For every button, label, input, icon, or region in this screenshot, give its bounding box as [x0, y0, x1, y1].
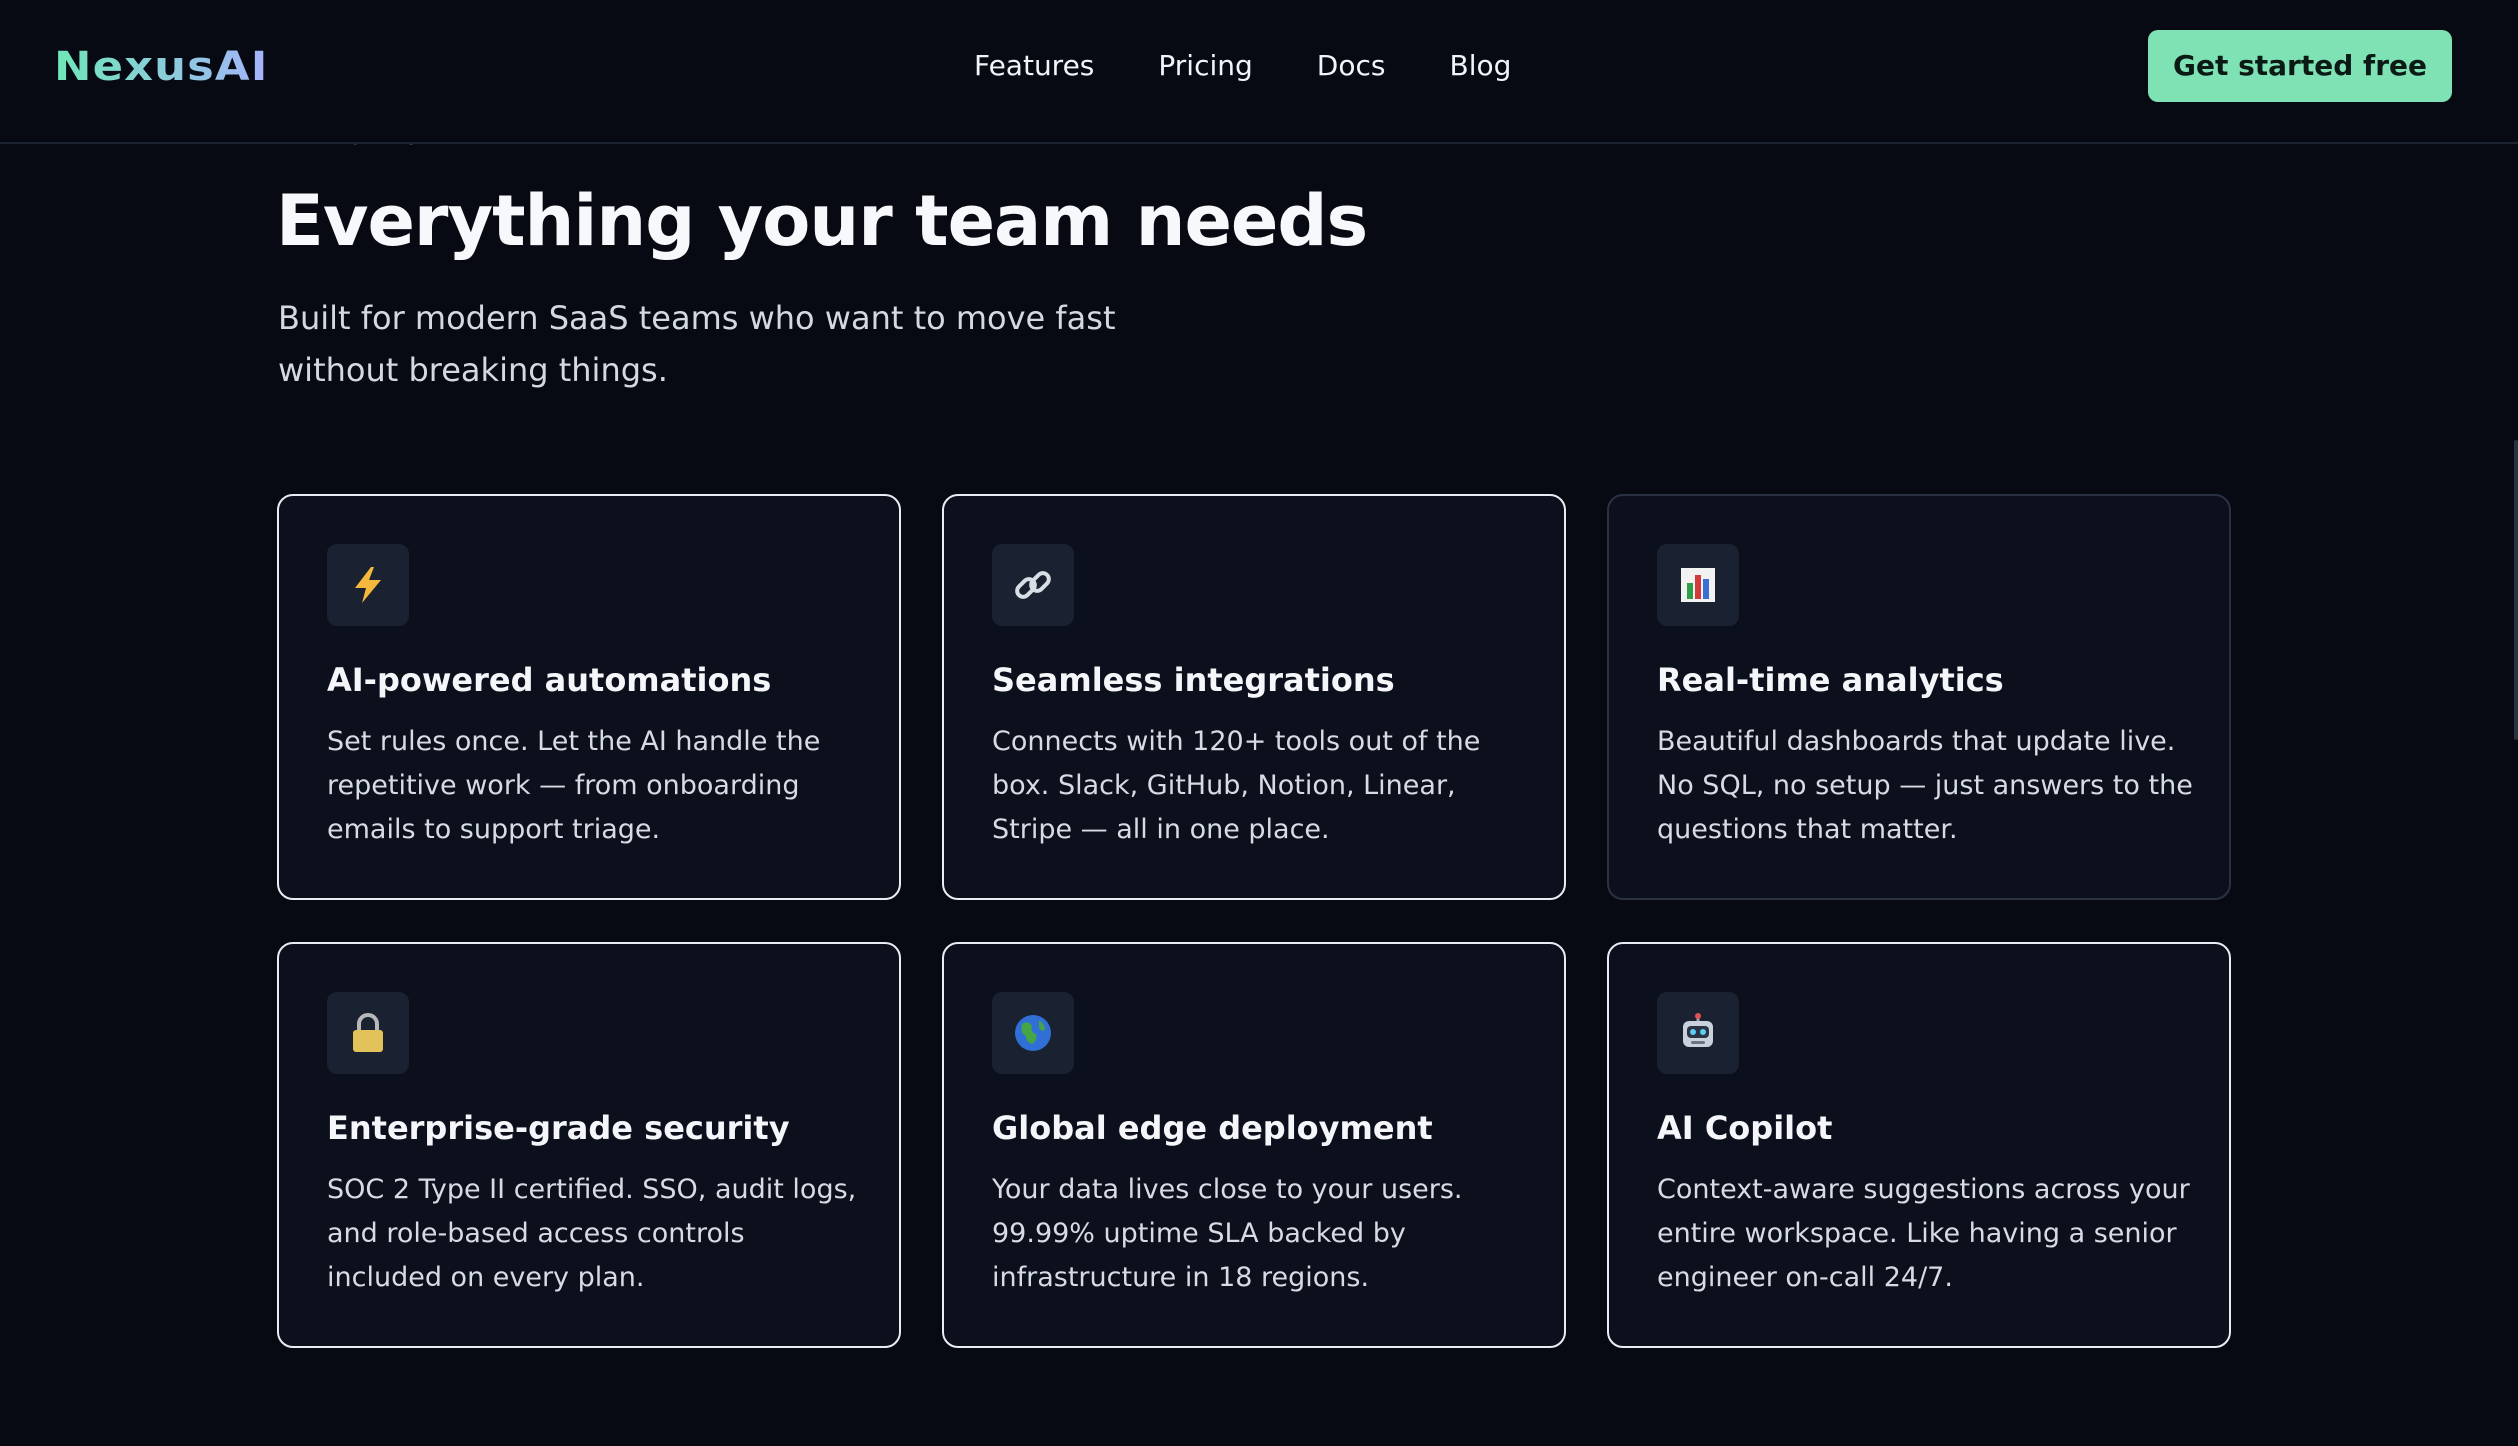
feature-card-integrations: Seamless integrations Connects with 120+…: [942, 494, 1566, 900]
feature-description: Connects with 120+ tools out of the box.…: [992, 726, 1481, 845]
feature-card-edge: Global edge deployment Your data lives c…: [942, 942, 1566, 1348]
nav-link-pricing[interactable]: Pricing: [1158, 44, 1252, 88]
get-started-button[interactable]: Get started free: [2148, 30, 2452, 102]
section-subtitle: Built for modern SaaS teams who want to …: [278, 299, 1116, 389]
scrollbar-thumb[interactable]: [2514, 440, 2518, 740]
features-page: NexusAI Features Pricing Docs Blog Get s…: [0, 0, 2518, 1446]
feature-grid: AI-powered automations Set rules once. L…: [277, 494, 2231, 1350]
section-title: Everything your team needs: [276, 180, 1368, 262]
feature-description: Your data lives close to your users. 99.…: [992, 1174, 1463, 1293]
feature-title: Real-time analytics: [1657, 661, 2004, 699]
feature-description: Beautiful dashboards that update live. N…: [1657, 726, 2193, 845]
feature-title: Seamless integrations: [992, 661, 1395, 699]
feature-title: Global edge deployment: [992, 1109, 1433, 1147]
feature-description: Context-aware suggestions across your en…: [1657, 1174, 2190, 1293]
feature-description: Set rules once. Let the AI handle the re…: [327, 726, 821, 845]
brand-logo[interactable]: NexusAI: [54, 42, 269, 92]
feature-title: AI-powered automations: [327, 661, 772, 699]
nav-link-docs[interactable]: Docs: [1317, 44, 1386, 88]
lock-icon: [327, 992, 409, 1074]
feature-card-analytics: Real-time analytics Beautiful dashboards…: [1607, 494, 2231, 900]
feature-card-security: Enterprise-grade security SOC 2 Type II …: [277, 942, 901, 1348]
feature-title: Enterprise-grade security: [327, 1109, 790, 1147]
link-icon: [992, 544, 1074, 626]
feature-title: AI Copilot: [1657, 1109, 1833, 1147]
nav-links: Features Pricing Docs Blog: [974, 44, 1511, 88]
nav-link-blog[interactable]: Blog: [1449, 44, 1511, 88]
nav-link-features[interactable]: Features: [974, 44, 1094, 88]
lightning-icon: [327, 544, 409, 626]
feature-card-copilot: AI Copilot Context-aware suggestions acr…: [1607, 942, 2231, 1348]
globe-icon: [992, 992, 1074, 1074]
feature-card-automations: AI-powered automations Set rules once. L…: [277, 494, 901, 900]
bar-chart-icon: [1657, 544, 1739, 626]
robot-icon: [1657, 992, 1739, 1074]
feature-description: SOC 2 Type II certified. SSO, audit logs…: [327, 1174, 857, 1293]
top-navbar: NexusAI Features Pricing Docs Blog Get s…: [0, 0, 2518, 144]
